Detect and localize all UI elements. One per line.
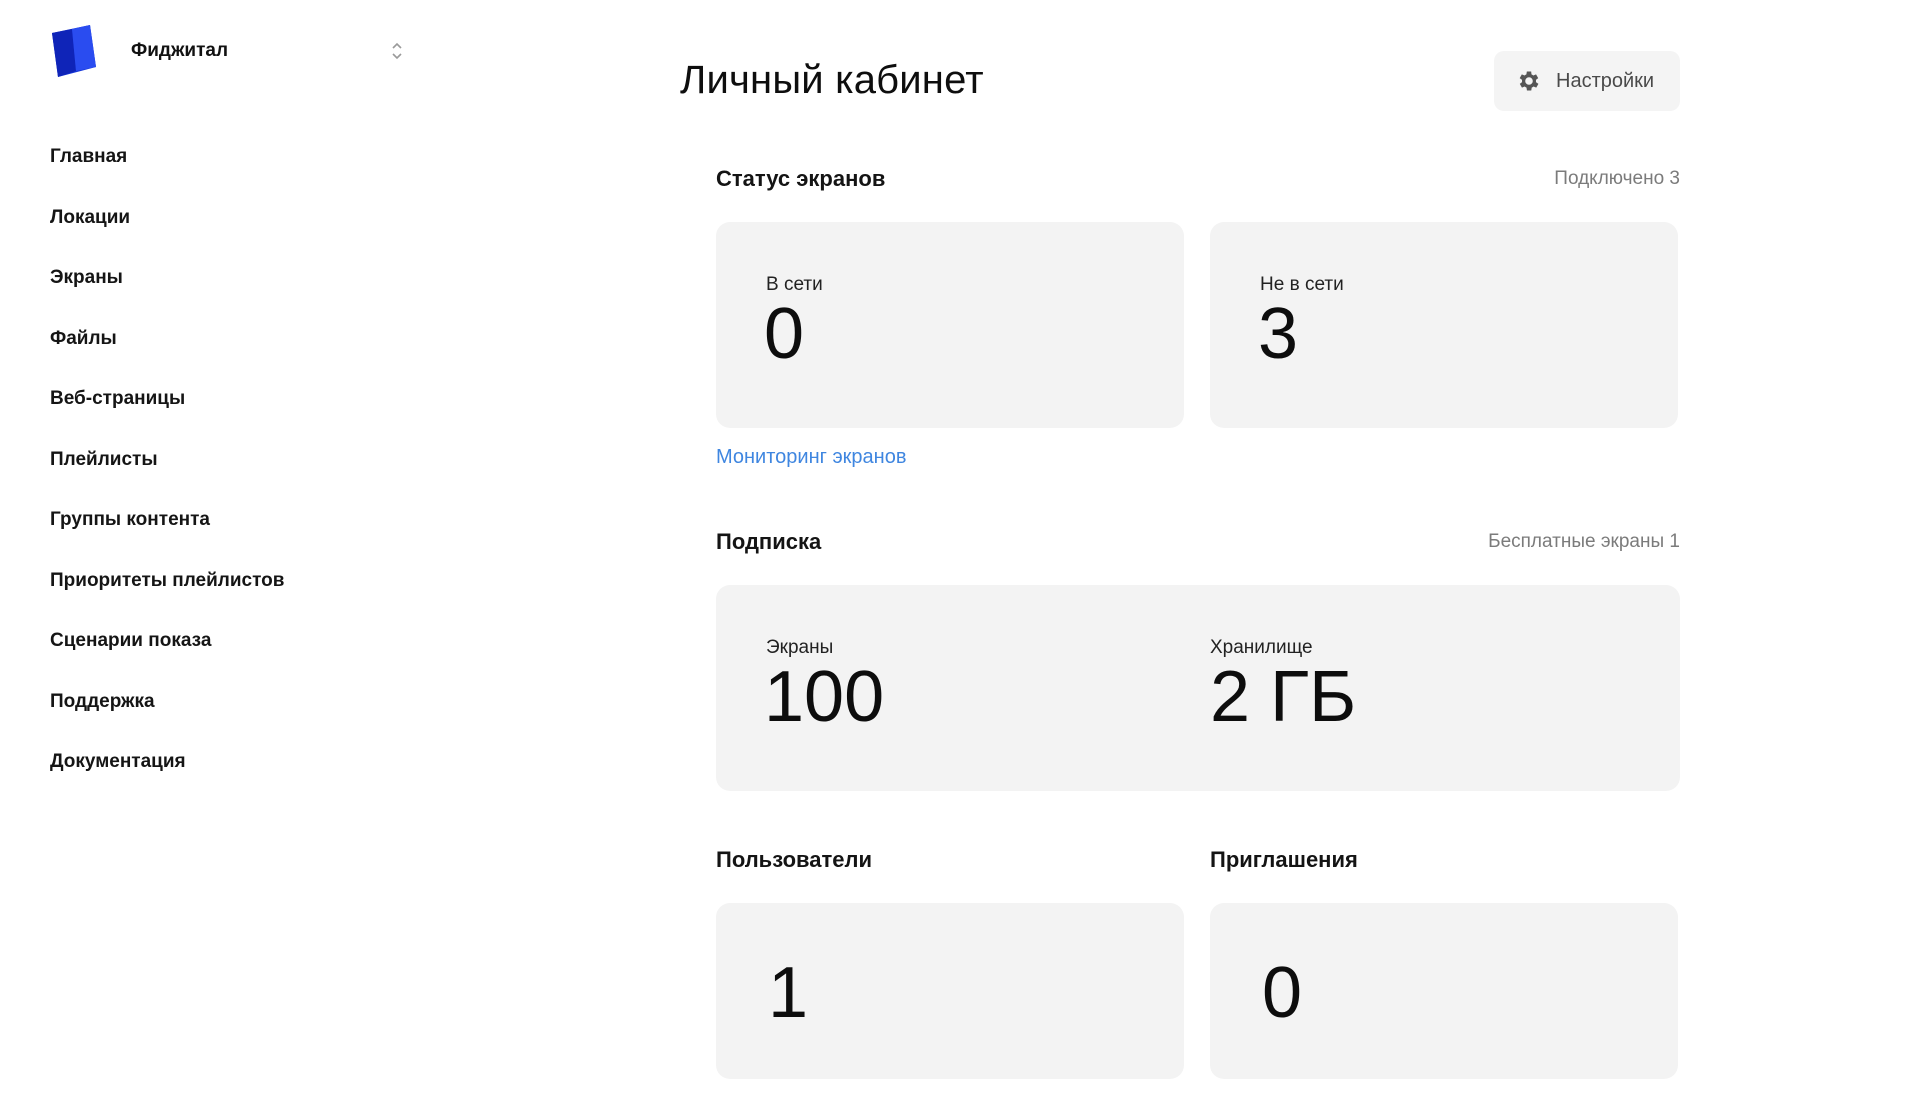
users-title: Пользователи [716, 847, 873, 872]
org-switcher[interactable]: Фиджитал [50, 24, 404, 78]
sidebar-item-web-pages[interactable]: Веб-страницы [50, 379, 284, 440]
screen-monitoring-link[interactable]: Мониторинг экранов [716, 446, 906, 469]
app-root: Фиджитал Главная Локации Экраны Файлы Ве… [0, 0, 1920, 1120]
screens-online-value: 0 [764, 294, 805, 374]
sidebar-item-support[interactable]: Поддержка [50, 682, 284, 743]
invites-card[interactable]: 0 [1210, 903, 1678, 1079]
sidebar: Фиджитал Главная Локации Экраны Файлы Ве… [0, 0, 460, 1120]
invites-title: Приглашения [1210, 847, 1358, 872]
subscription-screens-label: Экраны [766, 637, 834, 658]
subscription-title: Подписка [716, 529, 822, 554]
sidebar-item-screens[interactable]: Экраны [50, 258, 284, 319]
screens-connected-count: Подключено 3 [1554, 168, 1680, 189]
logo-icon [52, 25, 96, 77]
sidebar-item-home[interactable]: Главная [50, 137, 284, 198]
sidebar-item-playlists[interactable]: Плейлисты [50, 440, 284, 501]
sidebar-item-locations[interactable]: Локации [50, 198, 284, 259]
users-card[interactable]: 1 [716, 903, 1184, 1079]
sidebar-item-content-groups[interactable]: Группы контента [50, 500, 284, 561]
sidebar-item-files[interactable]: Файлы [50, 319, 284, 380]
screens-offline-label: Не в сети [1260, 274, 1344, 295]
gear-icon [1519, 71, 1539, 91]
screens-offline-value: 3 [1258, 294, 1299, 374]
sidebar-item-scenarios[interactable]: Сценарии показа [50, 621, 284, 682]
screens-status-title: Статус экранов [716, 166, 886, 191]
sidebar-item-documentation[interactable]: Документация [50, 742, 284, 803]
free-screens-count: Бесплатные экраны 1 [1488, 531, 1680, 552]
settings-button-label: Настройки [1556, 69, 1655, 92]
users-count: 1 [768, 953, 809, 1033]
subscription-screens-value: 100 [764, 657, 885, 737]
screens-online-card: В сети 0 [716, 222, 1184, 428]
subscription-storage-label: Хранилище [1210, 637, 1313, 658]
invites-count: 0 [1262, 953, 1303, 1033]
subscription-card: Экраны 100 Хранилище 2 ГБ [716, 585, 1680, 791]
screens-online-label: В сети [766, 274, 823, 295]
screens-offline-card: Не в сети 3 [1210, 222, 1678, 428]
org-name: Фиджитал [131, 40, 229, 61]
chevron-updown-icon [392, 42, 402, 60]
subscription-storage-value: 2 ГБ [1210, 657, 1357, 737]
sidebar-nav: Главная Локации Экраны Файлы Веб-страниц… [50, 137, 284, 803]
page-title: Личный кабинет [680, 58, 984, 102]
settings-button[interactable]: Настройки [1494, 51, 1680, 111]
sidebar-item-playlist-priorities[interactable]: Приоритеты плейлистов [50, 561, 284, 622]
